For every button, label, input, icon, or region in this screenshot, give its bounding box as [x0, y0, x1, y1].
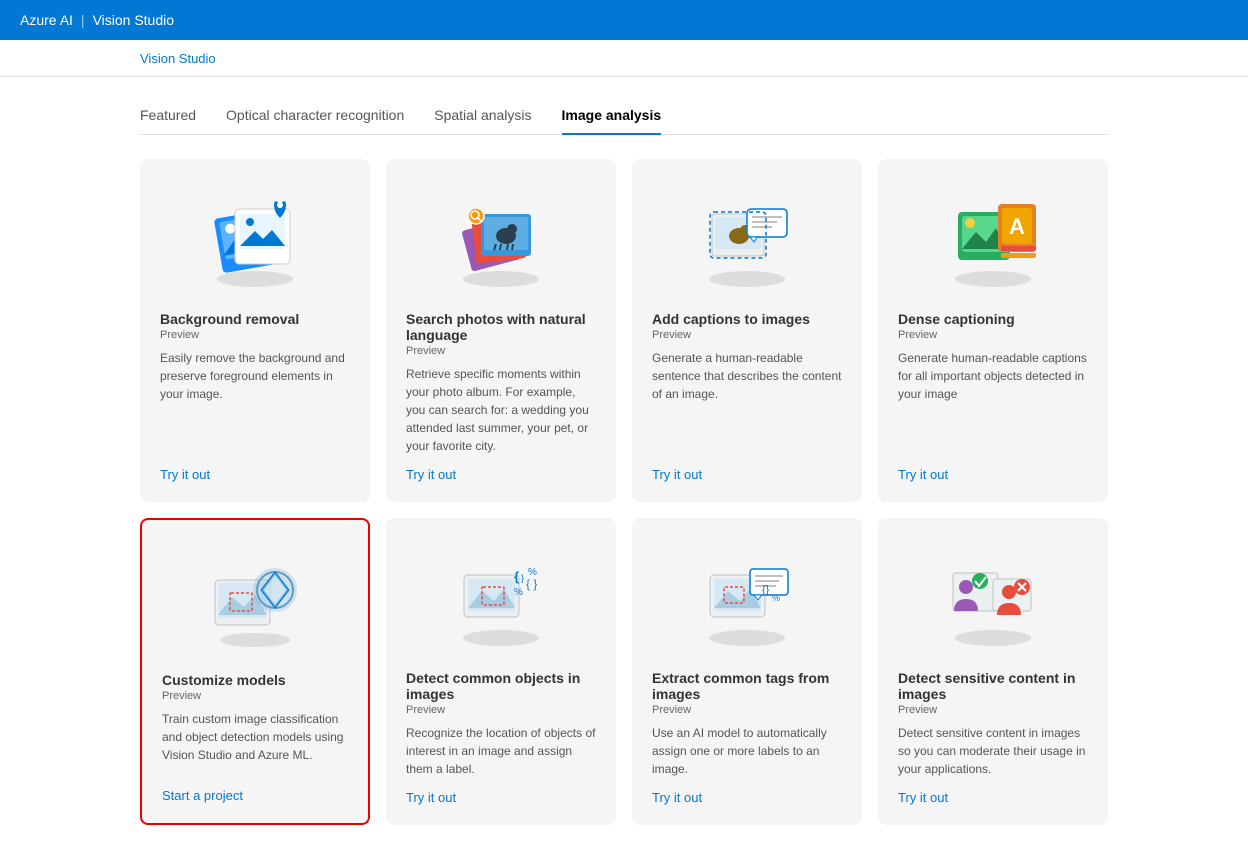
card-title-detect-objects: Detect common objects in images — [406, 670, 596, 702]
card-desc-extract-tags: Use an AI model to automatically assign … — [652, 724, 842, 778]
tab-image-analysis[interactable]: Image analysis — [562, 97, 662, 135]
card-desc-background-removal: Easily remove the background and preserv… — [160, 349, 350, 455]
card-title-detect-sensitive: Detect sensitive content in images — [898, 670, 1088, 702]
card-badge-background-removal: Preview — [160, 329, 350, 341]
card-image-dense-captioning: A — [898, 179, 1088, 299]
card-detect-objects: { } % % { } Detect common objects in ima… — [386, 518, 616, 825]
card-search-photos: Search photos with natural language Prev… — [386, 159, 616, 502]
card-badge-customize-models: Preview — [162, 690, 348, 702]
svg-text:%: % — [514, 587, 523, 598]
card-image-search-photos — [406, 179, 596, 299]
tabs: Featured Optical character recognition S… — [140, 97, 1108, 135]
svg-text:{}: {} — [762, 584, 770, 596]
card-title-add-captions: Add captions to images — [652, 311, 842, 327]
card-link-dense-captioning[interactable]: Try it out — [898, 467, 1088, 482]
card-badge-dense-captioning: Preview — [898, 329, 1088, 341]
card-link-detect-sensitive[interactable]: Try it out — [898, 790, 1088, 805]
tab-spatial[interactable]: Spatial analysis — [434, 97, 531, 135]
card-link-extract-tags[interactable]: Try it out — [652, 790, 842, 805]
card-link-detect-objects[interactable]: Try it out — [406, 790, 596, 805]
card-detect-sensitive: Detect sensitive content in images Previ… — [878, 518, 1108, 825]
card-desc-add-captions: Generate a human-readable sentence that … — [652, 349, 842, 455]
card-link-customize-models[interactable]: Start a project — [162, 788, 348, 803]
tab-featured[interactable]: Featured — [140, 97, 196, 135]
card-dense-captioning: A Dense captioning Preview Generate huma… — [878, 159, 1108, 502]
product-label: Vision Studio — [93, 12, 174, 28]
card-customize-models: Customize models Preview Train custom im… — [140, 518, 370, 825]
card-badge-search-photos: Preview — [406, 345, 596, 357]
svg-text:{ }: { } — [526, 577, 537, 591]
card-add-captions: Add captions to images Preview Generate … — [632, 159, 862, 502]
card-image-detect-sensitive — [898, 538, 1088, 658]
card-badge-add-captions: Preview — [652, 329, 842, 341]
card-badge-extract-tags: Preview — [652, 704, 842, 716]
card-link-add-captions[interactable]: Try it out — [652, 467, 842, 482]
main-content: Featured Optical character recognition S… — [0, 77, 1248, 865]
svg-text:%: % — [772, 593, 780, 603]
cards-grid: Background removal Preview Easily remove… — [140, 159, 1108, 825]
card-image-customize-models — [162, 540, 348, 660]
card-image-add-captions — [652, 179, 842, 299]
card-badge-detect-objects: Preview — [406, 704, 596, 716]
brand-label: Azure AI — [20, 12, 73, 28]
card-extract-tags: {} % Extract common tags from images Pre… — [632, 518, 862, 825]
vision-studio-link[interactable]: Vision Studio — [140, 51, 216, 66]
card-image-background-removal — [160, 179, 350, 299]
card-desc-dense-captioning: Generate human-readable captions for all… — [898, 349, 1088, 455]
card-title-extract-tags: Extract common tags from images — [652, 670, 842, 702]
top-bar: Azure AI | Vision Studio — [0, 0, 1248, 40]
card-link-search-photos[interactable]: Try it out — [406, 467, 596, 482]
card-title-customize-models: Customize models — [162, 672, 348, 688]
tab-ocr[interactable]: Optical character recognition — [226, 97, 404, 135]
card-title-background-removal: Background removal — [160, 311, 350, 327]
card-desc-customize-models: Train custom image classification and ob… — [162, 710, 348, 776]
separator: | — [81, 12, 85, 28]
sub-nav: Vision Studio — [0, 40, 1248, 77]
card-desc-search-photos: Retrieve specific moments within your ph… — [406, 365, 596, 455]
svg-text:{: { — [514, 569, 519, 584]
card-desc-detect-sensitive: Detect sensitive content in images so yo… — [898, 724, 1088, 778]
card-image-extract-tags: {} % — [652, 538, 842, 658]
card-title-dense-captioning: Dense captioning — [898, 311, 1088, 327]
card-link-background-removal[interactable]: Try it out — [160, 467, 350, 482]
card-desc-detect-objects: Recognize the location of objects of int… — [406, 724, 596, 778]
card-image-detect-objects: { } % % { } — [406, 538, 596, 658]
card-badge-detect-sensitive: Preview — [898, 704, 1088, 716]
svg-text:A: A — [1009, 214, 1025, 239]
card-background-removal: Background removal Preview Easily remove… — [140, 159, 370, 502]
svg-text:}: } — [521, 573, 524, 583]
card-title-search-photos: Search photos with natural language — [406, 311, 596, 343]
